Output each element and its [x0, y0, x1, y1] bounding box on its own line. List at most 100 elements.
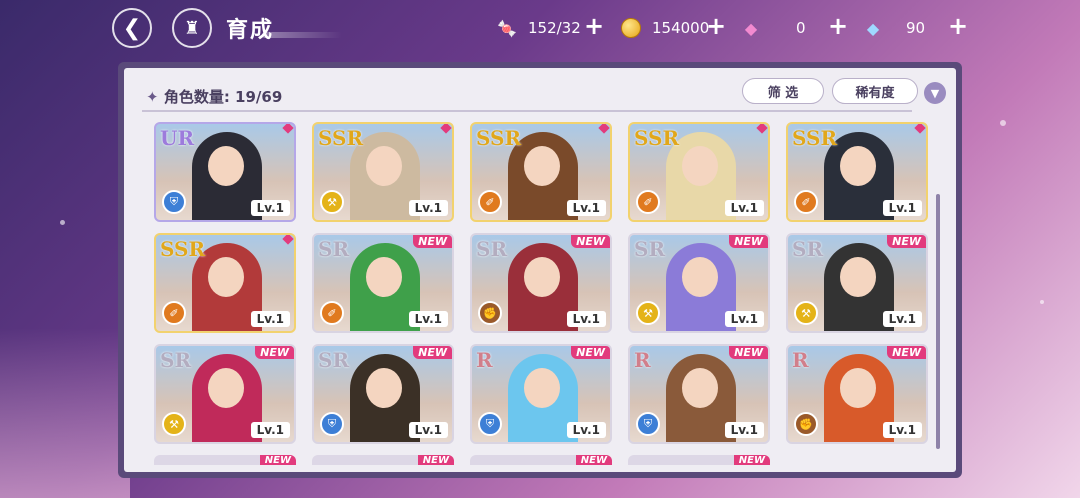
new-badge: NEW	[887, 346, 926, 359]
coin-value: 154000	[652, 19, 710, 37]
character-face	[366, 368, 402, 408]
character-card[interactable]: R ✊ Lv.1 NEW	[786, 344, 928, 444]
back-arrow-icon: ❮	[122, 15, 142, 41]
key-element-icon: ⚒	[320, 190, 344, 214]
resource-candy: 🍬 152/32	[496, 14, 581, 42]
rarity-badge: SSR	[160, 237, 206, 261]
character-card[interactable]: SR ✊ Lv.1 NEW	[470, 233, 612, 333]
character-card-partial[interactable]: NEW	[470, 455, 612, 465]
rarity-sort-button[interactable]: 稀有度	[832, 78, 918, 104]
sort-toggle-button[interactable]: ▼	[924, 82, 946, 104]
sparkle-decoration	[60, 220, 65, 225]
rarity-badge: SR	[318, 348, 350, 372]
level-label: Lv.1	[566, 200, 606, 216]
castle-icon: ♜	[183, 17, 201, 39]
level-label: Lv.1	[882, 311, 922, 327]
level-label: Lv.1	[724, 422, 764, 438]
fist-element-icon: ✊	[794, 412, 818, 436]
rarity-badge: R	[476, 348, 493, 372]
rarity-badge: SR	[318, 237, 350, 261]
character-card[interactable]: UR ⛨ Lv.1	[154, 122, 296, 222]
rarity-badge: SR	[792, 237, 824, 261]
character-card[interactable]: SR ⚒ Lv.1 NEW	[628, 233, 770, 333]
character-panel-inner: ✦ 角色数量: 19/69 筛 选 稀有度 ▼ UR ⛨ Lv.1 SSR ⚒ Lv.1 S…	[124, 68, 956, 472]
character-face	[524, 257, 560, 297]
shield-element-icon: ⛨	[478, 412, 502, 436]
rarity-badge: R	[792, 348, 809, 372]
character-card[interactable]: SSR ⚒ Lv.1	[312, 122, 454, 222]
character-card-partial[interactable]: NEW	[312, 455, 454, 465]
character-panel: ✦ 角色数量: 19/69 筛 选 稀有度 ▼ UR ⛨ Lv.1 SSR ⚒ Lv.1 S…	[118, 62, 962, 478]
character-card[interactable]: SSR ✐ Lv.1	[786, 122, 928, 222]
level-label: Lv.1	[408, 200, 448, 216]
character-face	[524, 368, 560, 408]
character-count-label: 角色数量: 19/69	[163, 88, 283, 106]
character-card[interactable]: SR ✐ Lv.1 NEW	[312, 233, 454, 333]
book-element-icon: ✐	[478, 190, 502, 214]
level-label: Lv.1	[724, 200, 764, 216]
book-element-icon: ✐	[636, 190, 660, 214]
character-card[interactable]: SSR ✐ Lv.1	[628, 122, 770, 222]
top-bar: ❮ ♜ 育成 🍬 152/32 + 154000 + ◆ 0 + ◆ 90 +	[0, 0, 1080, 56]
home-button[interactable]: ♜	[172, 8, 212, 48]
title-decoration	[262, 32, 342, 38]
level-label: Lv.1	[408, 311, 448, 327]
level-label: Lv.1	[566, 311, 606, 327]
character-face	[682, 146, 718, 186]
character-card[interactable]: SR ⛨ Lv.1 NEW	[312, 344, 454, 444]
key-element-icon: ⚒	[162, 412, 186, 436]
sparkle-decoration	[1000, 120, 1006, 126]
character-card[interactable]: SR ⚒ Lv.1 NEW	[786, 233, 928, 333]
character-card[interactable]: R ⛨ Lv.1 NEW	[628, 344, 770, 444]
rarity-badge: SR	[160, 348, 192, 372]
new-badge: NEW	[575, 455, 612, 465]
character-face	[208, 368, 244, 408]
blue-gem-icon: ◆	[866, 18, 880, 38]
character-card[interactable]: SSR ✐ Lv.1	[470, 122, 612, 222]
character-face	[682, 368, 718, 408]
character-face	[682, 257, 718, 297]
candy-icon: 🍬	[497, 18, 517, 38]
diamond-mark-icon	[756, 124, 768, 134]
book-element-icon: ✐	[794, 190, 818, 214]
level-label: Lv.1	[250, 311, 290, 327]
castle-decoration	[0, 328, 130, 498]
character-face	[524, 146, 560, 186]
character-card-partial[interactable]: NEW	[154, 455, 296, 465]
diamond-mark-icon	[282, 235, 294, 245]
character-card[interactable]: R ⛨ Lv.1 NEW	[470, 344, 612, 444]
rarity-badge: SR	[634, 237, 666, 261]
resource-blue-gem: ◆ 90	[862, 14, 925, 42]
new-badge: NEW	[413, 346, 452, 359]
book-element-icon: ✐	[162, 301, 186, 325]
back-button[interactable]: ❮	[112, 8, 152, 48]
character-count: ✦ 角色数量: 19/69	[146, 86, 282, 107]
character-face	[366, 146, 402, 186]
new-badge: NEW	[729, 235, 768, 248]
diamond-mark-icon	[440, 124, 452, 134]
rarity-badge: SSR	[476, 126, 522, 150]
character-card[interactable]: SSR ✐ Lv.1	[154, 233, 296, 333]
level-label: Lv.1	[250, 200, 290, 216]
new-badge: NEW	[729, 346, 768, 359]
pink-gem-icon: ◆	[744, 18, 758, 38]
chevron-down-icon: ▼	[930, 86, 940, 100]
character-face	[840, 146, 876, 186]
new-badge: NEW	[413, 235, 452, 248]
plus-icon: +	[828, 12, 849, 40]
page-title: 育成	[226, 18, 275, 43]
new-badge: NEW	[887, 235, 926, 248]
character-card[interactable]: SR ⚒ Lv.1 NEW	[154, 344, 296, 444]
scrollbar[interactable]	[936, 194, 940, 449]
resource-coin: 154000	[620, 14, 709, 42]
filter-button[interactable]: 筛 选	[742, 78, 824, 104]
divider	[142, 110, 912, 112]
shield-element-icon: ⛨	[162, 190, 186, 214]
new-badge: NEW	[571, 235, 610, 248]
level-label: Lv.1	[882, 200, 922, 216]
character-card-partial[interactable]: NEW	[628, 455, 770, 465]
rarity-badge: SSR	[318, 126, 364, 150]
new-badge: NEW	[255, 346, 294, 359]
new-badge: NEW	[733, 455, 770, 465]
rarity-badge: R	[634, 348, 651, 372]
